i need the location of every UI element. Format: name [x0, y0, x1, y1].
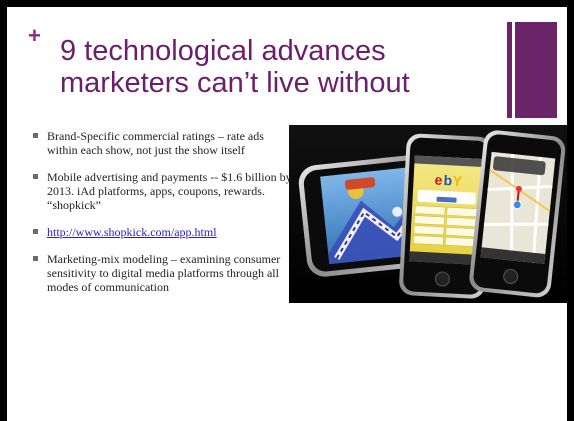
bullet-square-icon	[33, 229, 38, 234]
shopkick-link[interactable]: http://www.shopkick.com/app.html	[47, 225, 217, 239]
iphones-illustration: e b Y	[289, 125, 567, 303]
slide: + 9 technological advances marketers can…	[7, 7, 567, 421]
bullet-item: http://www.shopkick.com/app.html	[33, 225, 295, 239]
plus-mark: +	[28, 23, 41, 48]
bullet-text: Mobile advertising and payments -- $1.6 …	[47, 170, 292, 212]
bullet-square-icon	[33, 174, 38, 179]
bullet-item: Brand-Specific commercial ratings – rate…	[33, 129, 295, 157]
bullet-item: Mobile advertising and payments -- $1.6 …	[33, 170, 295, 212]
bullet-square-icon	[33, 256, 38, 261]
bullet-square-icon	[33, 133, 38, 138]
svg-text:b: b	[443, 172, 452, 188]
bullet-text: Marketing-mix modeling – examining consu…	[47, 252, 281, 294]
slide-title: 9 technological advances marketers can’t…	[60, 35, 410, 99]
iphone-photo: e b Y	[289, 125, 567, 303]
svg-text:Y: Y	[452, 172, 463, 189]
phone-map	[469, 130, 566, 298]
svg-text:e: e	[434, 172, 443, 188]
bullet-text: Brand-Specific commercial ratings – rate…	[47, 129, 264, 157]
bullet-item: Marketing-mix modeling – examining consu…	[33, 252, 295, 294]
decorative-bar-wide	[515, 22, 557, 118]
decorative-bar-thin	[507, 22, 512, 118]
bullet-list: Brand-Specific commercial ratings – rate…	[33, 129, 295, 307]
